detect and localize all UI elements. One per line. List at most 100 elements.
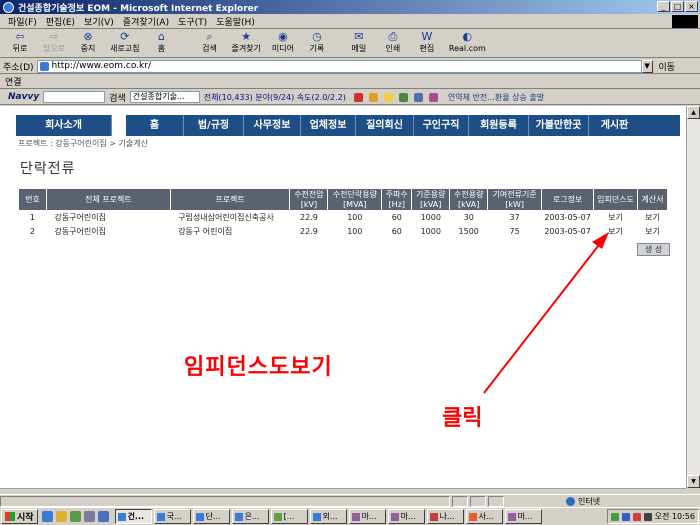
search-button[interactable]: ⌕ 검색	[197, 30, 221, 54]
print-button[interactable]: ⎙ 인쇄	[381, 30, 405, 54]
cell-base-capacity: 1000	[420, 213, 441, 223]
quicklaunch-icon[interactable]	[97, 511, 109, 522]
navvy-icon-5[interactable]	[413, 92, 423, 102]
page-content: 회사소개 홈 법/규정 사무정보 업체정보 질의회신 구인구직 회원등록 가볼만…	[0, 106, 686, 488]
forward-button[interactable]: ⇨ 앞으로	[42, 30, 66, 54]
nav-company-info[interactable]: 업체정보	[301, 115, 356, 136]
tray-icon[interactable]	[610, 512, 619, 521]
links-label[interactable]: 연결	[5, 75, 22, 88]
cell-frequency: 60	[391, 213, 402, 223]
favorites-button[interactable]: ★ 즐겨찾기	[231, 30, 260, 54]
app-icon	[351, 512, 360, 521]
table-header-row: 번호 전체 프로젝트 프로젝트 수전전압 [kV] 수전단락용량 [MVA] 주파수…	[18, 188, 669, 211]
navvy-icon-6[interactable]	[428, 92, 438, 102]
back-button[interactable]: ⇦ 뒤로	[8, 30, 32, 54]
taskbar-item[interactable]: 마...	[387, 509, 425, 524]
scroll-up-icon[interactable]: ▲	[687, 106, 700, 119]
site-navigation: 회사소개 홈 법/규정 사무정보 업체정보 질의회신 구인구직 회원등록 가볼만…	[16, 115, 680, 136]
minimize-button[interactable]: _	[657, 1, 670, 12]
home-button[interactable]: ⌂ 홈	[149, 30, 173, 54]
nav-places[interactable]: 가볼만한곳	[529, 115, 589, 136]
address-dropdown-icon[interactable]: ▼	[641, 59, 653, 73]
status-text	[0, 495, 450, 507]
menu-favorites[interactable]: 즐겨찾기(A)	[123, 15, 169, 28]
app-icon	[273, 512, 282, 521]
close-button[interactable]: ×	[685, 1, 698, 12]
ie-icon	[156, 512, 165, 521]
tray-icon[interactable]	[632, 512, 641, 521]
tray-icon[interactable]	[621, 512, 630, 521]
menu-edit[interactable]: 편집(E)	[46, 15, 75, 28]
desktop-quicklaunch-icon[interactable]	[69, 511, 81, 522]
navvy-icon-4[interactable]	[398, 92, 408, 102]
news-ticker[interactable]: 연약체 반전...환율 상승 출발	[448, 92, 544, 103]
navvy-icon-1[interactable]	[353, 92, 363, 102]
navvy-search-button[interactable]: 검색	[109, 91, 126, 104]
taskbar-item[interactable]: 국...	[153, 509, 191, 524]
impedance-view-link[interactable]: 보기	[594, 225, 638, 239]
volume-icon[interactable]	[643, 512, 652, 521]
refresh-button[interactable]: ⟳ 새로고침	[110, 30, 139, 54]
vertical-scrollbar[interactable]: ▲ ▼	[686, 106, 700, 488]
taskbar-item[interactable]: 나...	[426, 509, 464, 524]
ie-quicklaunch-icon[interactable]	[41, 511, 53, 522]
outlook-quicklaunch-icon[interactable]	[55, 511, 67, 522]
nav-board[interactable]: 게시판	[589, 115, 640, 136]
back-arrow-icon: ⇦	[15, 30, 25, 43]
col-header: 수전용량 [kVA]	[449, 188, 489, 211]
navvy-brand[interactable]: Navvy	[8, 92, 39, 102]
cell-project-group: 강동구어린이집	[54, 213, 106, 223]
taskbar-item[interactable]: 건...	[114, 509, 152, 524]
nav-jobs[interactable]: 구인구직	[414, 115, 469, 136]
taskbar-item[interactable]: 단...	[192, 509, 230, 524]
menu-view[interactable]: 보기(V)	[84, 15, 114, 28]
security-zone: 인터넷	[566, 496, 600, 507]
project-table: 번호 전체 프로젝트 프로젝트 수전전압 [kV] 수전단락용량 [MVA] 주파수…	[18, 188, 669, 239]
nav-home[interactable]: 홈	[126, 115, 184, 136]
edit-button[interactable]: W 편집	[415, 30, 439, 54]
nav-company[interactable]: 회사소개	[16, 115, 112, 136]
media-button[interactable]: ◉ 미디어	[271, 30, 295, 54]
nav-register[interactable]: 회원등록	[469, 115, 529, 136]
calc-view-link[interactable]: 보기	[637, 225, 667, 239]
taskbar-item[interactable]: 은...	[231, 509, 269, 524]
scroll-down-icon[interactable]: ▼	[687, 475, 700, 488]
address-input[interactable]: http://www.eom.co.kr/	[36, 59, 642, 73]
col-header: 수전전압 [kV]	[289, 188, 329, 211]
stop-button[interactable]: ⊗ 중지	[76, 30, 100, 54]
calc-view-link[interactable]: 보기	[637, 211, 667, 225]
col-header: 기준용량 [kVA]	[411, 188, 451, 211]
ie-icon	[117, 512, 126, 521]
taskbar-item[interactable]: 마...	[504, 509, 542, 524]
menu-help[interactable]: 도움말(H)	[216, 15, 255, 28]
impedance-view-link[interactable]: 보기	[594, 211, 638, 225]
cell-voltage: 22.9	[300, 227, 318, 236]
menu-file[interactable]: 파일(F)	[8, 15, 37, 28]
start-button[interactable]: 시작	[1, 509, 38, 524]
history-button[interactable]: ◷ 기록	[305, 30, 329, 54]
cell-short-capacity: 100	[347, 213, 363, 223]
taskbar-item[interactable]: 외...	[309, 509, 347, 524]
nav-office-info[interactable]: 사무정보	[244, 115, 301, 136]
windows-flag-icon	[5, 512, 15, 521]
real-button[interactable]: ◐ Real.com	[449, 30, 486, 54]
taskbar-item[interactable]: 사...	[465, 509, 503, 524]
navvy-search-input[interactable]	[43, 91, 106, 103]
navvy-result-select[interactable]: 건설종합기술...	[129, 91, 200, 103]
maximize-button[interactable]: □	[671, 1, 684, 12]
taskbar-item[interactable]: 마...	[348, 509, 386, 524]
mail-button[interactable]: ✉ 메일	[347, 30, 371, 54]
quicklaunch-icon[interactable]	[83, 511, 95, 522]
create-button[interactable]: 생 성	[637, 243, 670, 256]
go-button[interactable]: 이동	[659, 60, 676, 73]
window-title: 건설종합기술정보 EOM - Microsoft Internet Explor…	[18, 3, 259, 14]
col-header: 기여전류기준 [kW]	[487, 188, 543, 211]
menu-tools[interactable]: 도구(T)	[178, 15, 207, 28]
cell-base-capacity: 1000	[420, 227, 441, 236]
nav-law[interactable]: 법/규정	[184, 115, 244, 136]
navvy-icon-2[interactable]	[368, 92, 378, 102]
folder-icon[interactable]	[383, 92, 393, 102]
taskbar-item[interactable]: [...	[270, 509, 308, 524]
nav-qa[interactable]: 질의회신	[356, 115, 414, 136]
page-icon	[39, 61, 49, 71]
